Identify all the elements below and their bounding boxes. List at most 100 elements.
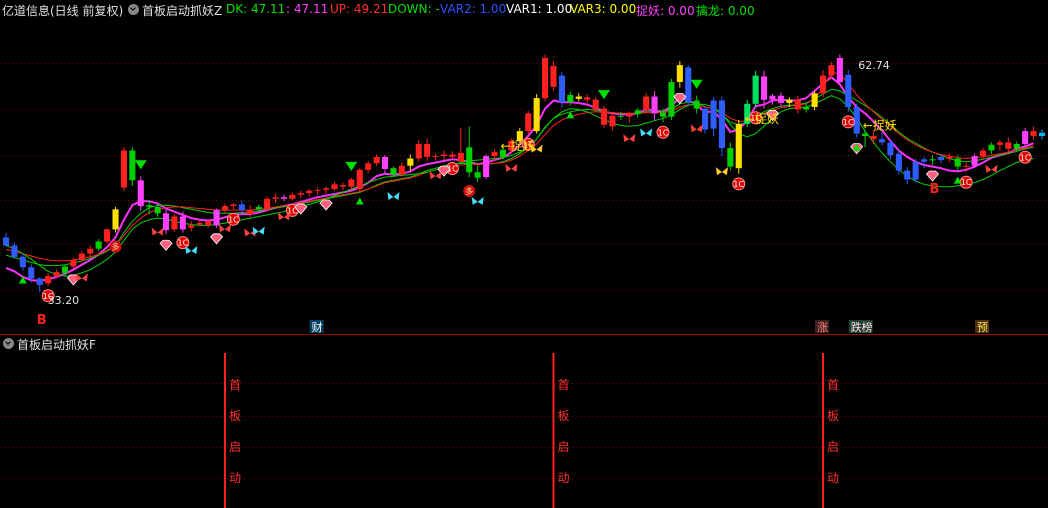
candle-body: [483, 156, 490, 177]
candle-body: [407, 158, 414, 166]
candle-body: [356, 169, 363, 190]
candle-body: [348, 179, 355, 187]
candle-body: [120, 150, 127, 188]
buy-marker-b: B: [37, 313, 47, 328]
candle-body: [634, 110, 641, 115]
zhuoyao-label: ←捉妖: [745, 111, 779, 126]
gem-icon: [159, 239, 173, 251]
candle-body: [752, 75, 759, 104]
candle-body: [820, 75, 827, 94]
candle-body: [70, 260, 77, 267]
candles: [3, 54, 1046, 293]
low-price-label: 33.20: [48, 294, 80, 307]
candle-body: [154, 206, 161, 214]
zhuoyao-label: ←捉妖: [501, 138, 535, 153]
candle-body: [247, 210, 254, 215]
sub-chart: 首板启动 首板启动 首板启动: [223, 353, 839, 508]
candle-body: [617, 115, 624, 117]
candle-body: [659, 112, 666, 117]
candle-body: [323, 188, 330, 190]
candle-body: [255, 206, 262, 210]
candle-body: [314, 189, 321, 191]
candle-body: [836, 57, 843, 83]
event-tag: 预: [977, 321, 988, 334]
butterfly-icon: [985, 164, 998, 173]
indicator-lines: [5, 71, 1034, 283]
arrow-up-icon: [355, 197, 364, 205]
candle-body: [95, 241, 102, 249]
candle-body: [651, 96, 658, 114]
candle-body: [104, 229, 111, 242]
candle-body: [601, 108, 608, 125]
candle-body: [382, 156, 389, 169]
candle-body: [264, 198, 271, 210]
candle-body: [1005, 142, 1012, 149]
signal-marks: 1C1C1C1C1C1C1C1C1C 1C1C1C多多: [18, 79, 1032, 303]
candle-body: [727, 148, 734, 167]
butterfly-icon: [715, 167, 728, 176]
butterfly-icon: [252, 226, 265, 235]
candle-body: [525, 113, 532, 132]
candle-body: [895, 153, 902, 171]
series-line-green: [5, 88, 1034, 267]
candle-body: [668, 82, 675, 117]
candle-body: [954, 158, 961, 167]
candle-body: [3, 237, 10, 246]
candle-body: [163, 213, 170, 231]
candle-body: [415, 144, 422, 159]
candle-body: [474, 172, 481, 178]
candle-body: [331, 184, 338, 190]
signal-badge-text: 1C: [228, 215, 239, 224]
butterfly-icon: [471, 196, 484, 205]
candle-body: [222, 206, 229, 210]
candle-body: [280, 197, 287, 199]
candle-body: [196, 223, 203, 225]
candle-body: [794, 99, 801, 110]
candle-body: [676, 65, 683, 82]
candle-body: [988, 144, 995, 151]
butterfly-icon: [151, 227, 164, 236]
candle-body: [971, 156, 978, 166]
candle-body: [449, 154, 456, 157]
series-line-magenta: [5, 75, 1034, 283]
butterfly-icon: [429, 171, 442, 180]
candle-body: [929, 159, 936, 161]
candle-body: [146, 205, 153, 207]
candle-body: [567, 94, 574, 103]
candle-body: [980, 150, 987, 157]
candle-body: [137, 180, 144, 207]
sub-indicator-name[interactable]: 首板启动抓妖F: [17, 336, 96, 353]
chevron-down-icon[interactable]: [3, 338, 14, 349]
chart-canvas: 1C1C1C1C1C1C1C1C1C 1C1C1C多多 62.7433.20BB←…: [0, 54, 1048, 508]
sub-signal-char: 板: [229, 409, 241, 423]
candle-body: [112, 209, 119, 230]
arrow-down-icon: [598, 90, 611, 100]
high-price-label: 62.74: [858, 59, 890, 72]
candle-body: [735, 123, 742, 169]
signal-badge-text: 1C: [961, 178, 972, 187]
signal-badge-text: 1C: [733, 180, 744, 189]
candle-body: [1022, 131, 1029, 144]
candle-body: [803, 107, 810, 110]
signal-badge-text: 1C: [178, 239, 189, 248]
signal-badge-text: 1C: [658, 128, 669, 137]
candle-body: [466, 147, 473, 173]
candle-body: [845, 74, 852, 107]
candle-body: [609, 115, 616, 127]
candle-body: [811, 93, 818, 107]
sub-chart-header: 首板启动抓妖F: [0, 335, 1048, 353]
candle-body: [457, 152, 464, 162]
candle-body: [53, 272, 60, 277]
candle-body: [946, 156, 953, 159]
candle-body: [912, 161, 919, 180]
sub-signal-char: 首: [827, 378, 839, 392]
candle-body: [710, 100, 717, 129]
butterfly-icon: [387, 192, 400, 201]
arrow-down-icon: [345, 161, 358, 171]
candle-body: [963, 165, 970, 167]
candle-body: [1039, 132, 1046, 136]
candle-body: [718, 100, 725, 148]
candle-body: [78, 253, 85, 260]
candle-body: [297, 193, 304, 195]
sub-signal-char: 启: [557, 440, 569, 454]
